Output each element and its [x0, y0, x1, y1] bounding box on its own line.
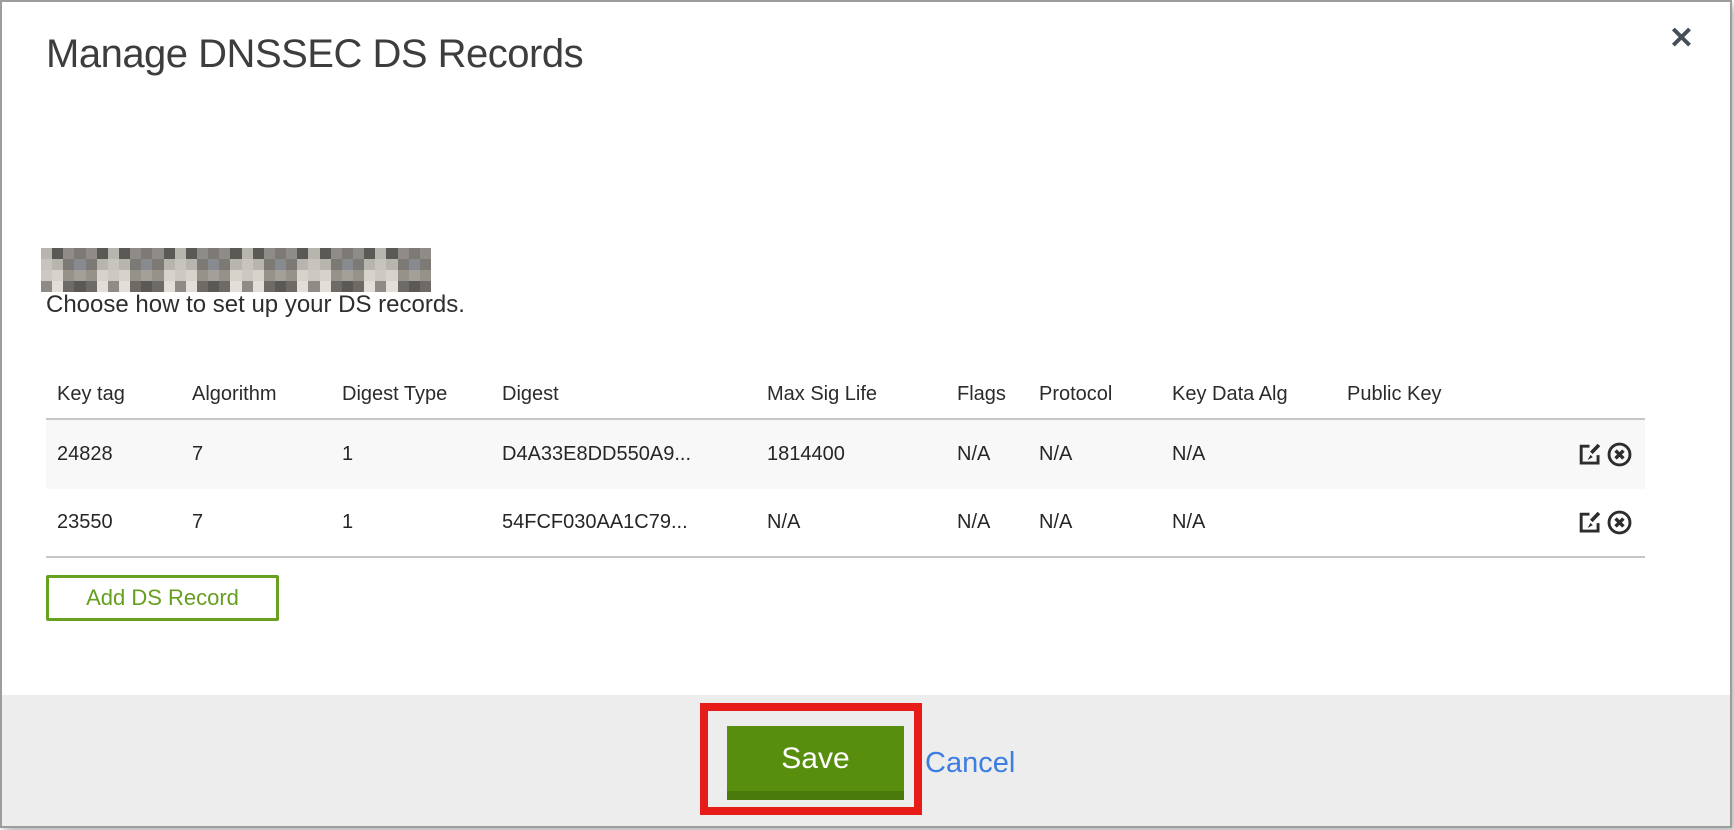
- column-header-key-data-alg: Key Data Alg: [1161, 383, 1336, 406]
- cell-max-sig-life: N/A: [756, 511, 946, 534]
- cell-key-tag: 24828: [46, 443, 181, 466]
- cancel-link[interactable]: Cancel: [925, 747, 1015, 780]
- cell-digest-type: 1: [331, 511, 491, 534]
- cell-key-data-alg: N/A: [1161, 511, 1336, 534]
- cell-protocol: N/A: [1028, 511, 1161, 534]
- cell-digest: 54FCF030AA1C79...: [491, 511, 756, 534]
- redacted-domain-name: [41, 248, 431, 292]
- table-row: 23550 7 1 54FCF030AA1C79... N/A N/A N/A …: [46, 489, 1645, 558]
- column-header-public-key: Public Key: [1336, 383, 1496, 406]
- column-header-digest-type: Digest Type: [331, 383, 491, 406]
- modal-title: Manage DNSSEC DS Records: [46, 32, 583, 77]
- save-button[interactable]: Save: [727, 726, 904, 800]
- column-header-digest: Digest: [491, 383, 756, 406]
- cell-key-tag: 23550: [46, 511, 181, 534]
- close-icon[interactable]: ✕: [1669, 24, 1694, 54]
- cell-flags: N/A: [946, 443, 1028, 466]
- row-actions: [1496, 441, 1645, 468]
- cell-max-sig-life: 1814400: [756, 443, 946, 466]
- column-header-key-tag: Key tag: [46, 383, 181, 406]
- edit-icon[interactable]: [1576, 441, 1603, 468]
- cell-protocol: N/A: [1028, 443, 1161, 466]
- edit-icon[interactable]: [1576, 509, 1603, 536]
- column-header-algorithm: Algorithm: [181, 383, 331, 406]
- column-header-flags: Flags: [946, 383, 1028, 406]
- cell-digest: D4A33E8DD550A9...: [491, 443, 756, 466]
- cell-flags: N/A: [946, 511, 1028, 534]
- instruction-text: Choose how to set up your DS records.: [46, 291, 465, 319]
- column-header-protocol: Protocol: [1028, 383, 1161, 406]
- cell-key-data-alg: N/A: [1161, 443, 1336, 466]
- cell-algorithm: 7: [181, 511, 331, 534]
- cell-digest-type: 1: [331, 443, 491, 466]
- table-header-row: Key tag Algorithm Digest Type Digest Max…: [46, 370, 1645, 420]
- manage-dnssec-modal: Manage DNSSEC DS Records ✕ Choose how to…: [0, 0, 1732, 828]
- delete-icon[interactable]: [1606, 509, 1633, 536]
- table-row: 24828 7 1 D4A33E8DD550A9... 1814400 N/A …: [46, 420, 1645, 489]
- cell-algorithm: 7: [181, 443, 331, 466]
- add-ds-record-button[interactable]: Add DS Record: [46, 575, 279, 621]
- ds-records-table: Key tag Algorithm Digest Type Digest Max…: [46, 370, 1645, 558]
- row-actions: [1496, 509, 1645, 536]
- column-header-max-sig-life: Max Sig Life: [756, 383, 946, 406]
- delete-icon[interactable]: [1606, 441, 1633, 468]
